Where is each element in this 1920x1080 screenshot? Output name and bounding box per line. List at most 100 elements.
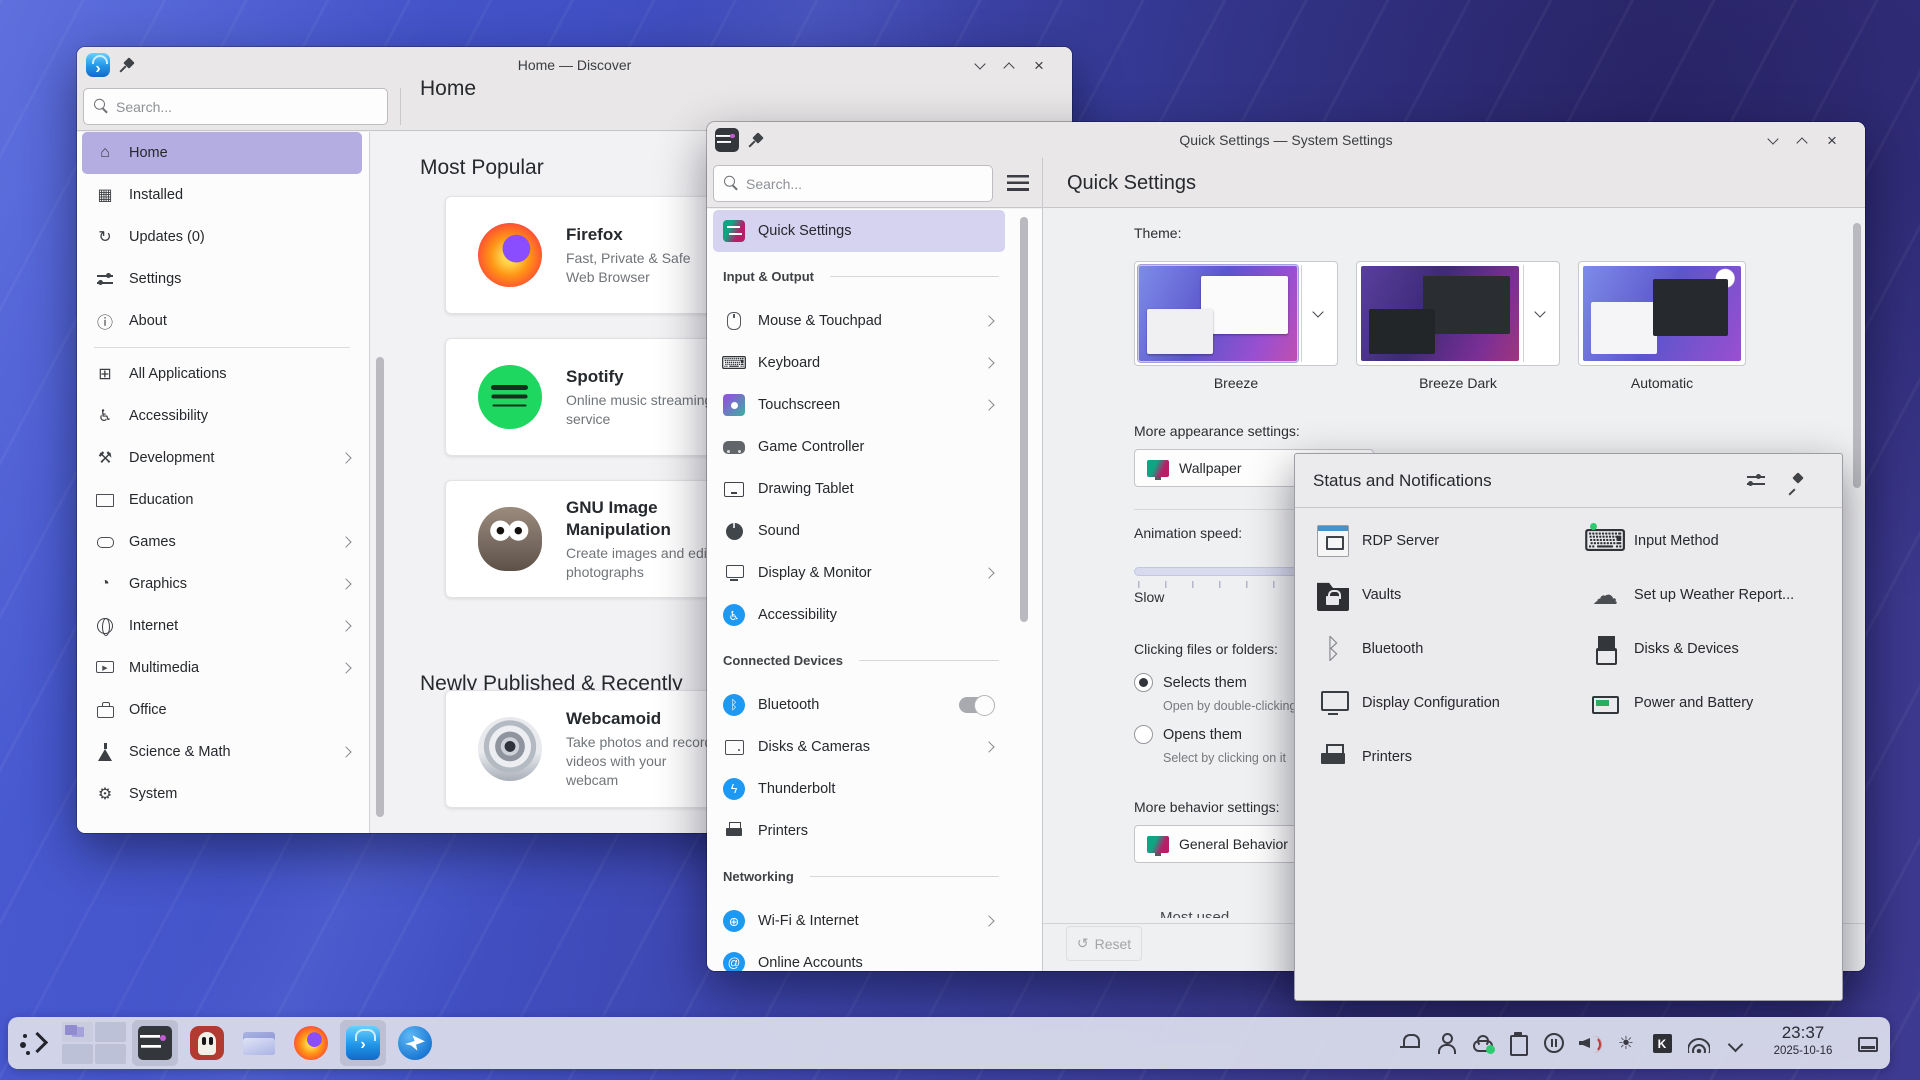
settings-nav-online-accounts[interactable]: @ Online Accounts xyxy=(713,942,1005,971)
settings-nav-bluetooth[interactable]: ᛒ Bluetooth xyxy=(713,684,1005,726)
tray-kate[interactable]: K xyxy=(1648,1017,1676,1069)
breeze-dark-preview-icon xyxy=(1361,266,1519,361)
tray-clipboard[interactable] xyxy=(1504,1017,1532,1069)
settings-nav-quick-settings[interactable]: Quick Settings xyxy=(713,210,1005,252)
settings-nav-keyboard[interactable]: ⌨ Keyboard xyxy=(713,342,1005,384)
tray-cloud-sync[interactable] xyxy=(1468,1017,1496,1069)
sidebar-item-office[interactable]: Office xyxy=(82,689,362,731)
chevron-right-icon xyxy=(983,567,994,578)
task-discover[interactable] xyxy=(340,1020,386,1066)
desktop-2[interactable] xyxy=(95,1022,126,1042)
theme-dropdown-chevron[interactable] xyxy=(1301,265,1334,362)
settings-nav-game-controller[interactable]: Game Controller xyxy=(713,426,1005,468)
popup-item-vaults[interactable]: Vaults xyxy=(1311,568,1575,622)
task-falkon[interactable] xyxy=(392,1020,438,1066)
sidebar-item-education[interactable]: Education xyxy=(82,479,362,521)
radio-opens-them[interactable] xyxy=(1134,725,1153,744)
settings-nav-display-monitor[interactable]: Display & Monitor xyxy=(713,552,1005,594)
sidebar-item-home[interactable]: ⌂ Home xyxy=(82,132,362,174)
settings-search-input[interactable] xyxy=(746,176,943,192)
sidebar-item-settings[interactable]: Settings xyxy=(82,258,362,300)
sidebar-item-accessibility[interactable]: ♿ Accessibility xyxy=(82,395,362,437)
minimize-button[interactable] xyxy=(1761,129,1785,153)
tray-volume[interactable] xyxy=(1576,1017,1604,1069)
sidebar-item-about[interactable]: ⓘ About xyxy=(82,300,362,342)
task-dolphin[interactable] xyxy=(236,1020,282,1066)
desktop-1[interactable] xyxy=(62,1022,93,1042)
popup-item-weather[interactable]: ☁ Set up Weather Report... xyxy=(1583,568,1847,622)
theme-automatic[interactable]: Automatic xyxy=(1578,261,1746,391)
settings-section-input-output[interactable]: Input & Output xyxy=(713,252,1005,300)
sidebar-item-development[interactable]: ⚒ Development xyxy=(82,437,362,479)
popup-item-power-battery[interactable]: Power and Battery xyxy=(1583,676,1847,730)
maximize-button[interactable] xyxy=(997,54,1021,78)
settings-nav-mouse-touchpad[interactable]: Mouse & Touchpad xyxy=(713,300,1005,342)
task-system-settings[interactable] xyxy=(132,1020,178,1066)
tray-user-switcher[interactable] xyxy=(1432,1017,1460,1069)
popup-item-disks-devices[interactable]: Disks & Devices xyxy=(1583,622,1847,676)
theme-breeze-dark[interactable]: Breeze Dark xyxy=(1356,261,1560,391)
sidebar-scrollbar-thumb[interactable] xyxy=(1020,217,1028,622)
science-flask-icon xyxy=(94,741,116,763)
settings-nav-sound[interactable]: Sound xyxy=(713,510,1005,552)
settings-nav-touchscreen[interactable]: Touchscreen xyxy=(713,384,1005,426)
radio-selects-them[interactable] xyxy=(1134,673,1153,692)
theme-dropdown-chevron[interactable] xyxy=(1523,265,1556,362)
settings-nav-printers[interactable]: Printers xyxy=(713,810,1005,852)
pin-icon[interactable] xyxy=(119,57,135,73)
digital-clock[interactable]: 23:37 2025-10-16 xyxy=(1758,1022,1848,1058)
desktop-4[interactable] xyxy=(95,1044,126,1064)
reset-button[interactable]: ↺ Reset xyxy=(1066,926,1142,961)
sidebar-item-installed[interactable]: ▦ Installed xyxy=(82,174,362,216)
theme-breeze[interactable]: Breeze xyxy=(1134,261,1338,391)
popup-item-rdp-server[interactable]: RDP Server xyxy=(1311,514,1575,568)
settings-app-icon[interactable] xyxy=(715,128,739,152)
configure-icon[interactable] xyxy=(1744,469,1768,493)
sidebar-item-science-math[interactable]: Science & Math xyxy=(82,731,362,773)
pin-icon[interactable] xyxy=(748,132,764,148)
settings-nav-disks-cameras[interactable]: Disks & Cameras xyxy=(713,726,1005,768)
sidebar-item-graphics[interactable]: ◔ Graphics xyxy=(82,563,362,605)
tray-notifications[interactable] xyxy=(1396,1017,1424,1069)
settings-nav-drawing-tablet[interactable]: Drawing Tablet xyxy=(713,468,1005,510)
sidebar-item-all-applications[interactable]: ⊞ All Applications xyxy=(82,353,362,395)
pin-icon[interactable] xyxy=(1788,472,1812,496)
maximize-button[interactable] xyxy=(1790,129,1814,153)
sidebar-item-system[interactable]: ⚙ System xyxy=(82,773,362,815)
settings-section-connected-devices[interactable]: Connected Devices xyxy=(713,636,1005,684)
settings-search[interactable] xyxy=(713,165,993,202)
tray-wifi[interactable] xyxy=(1685,1017,1713,1069)
discover-search-input[interactable] xyxy=(116,99,333,115)
task-firefox[interactable] xyxy=(288,1020,334,1066)
touchscreen-icon xyxy=(723,394,745,416)
show-desktop-button[interactable] xyxy=(1854,1017,1882,1069)
app-launcher-button[interactable] xyxy=(12,1020,58,1066)
tray-brightness[interactable]: ☀ xyxy=(1612,1017,1640,1069)
popup-item-display-configuration[interactable]: Display Configuration xyxy=(1311,676,1575,730)
close-button[interactable]: × xyxy=(1027,54,1051,78)
tray-media-player[interactable] xyxy=(1540,1017,1568,1069)
sidebar-item-games[interactable]: Games xyxy=(82,521,362,563)
popup-item-input-method[interactable]: ⌨ Input Method xyxy=(1583,514,1847,568)
discover-search[interactable] xyxy=(83,88,388,125)
virtual-desktop-pager[interactable] xyxy=(62,1022,126,1064)
hamburger-menu-icon[interactable] xyxy=(1007,175,1029,191)
settings-nav-thunderbolt[interactable]: ϟ Thunderbolt xyxy=(713,768,1005,810)
firefox-logo-icon xyxy=(478,223,542,287)
popup-item-printers[interactable]: Printers xyxy=(1311,730,1575,784)
sidebar-item-internet[interactable]: Internet xyxy=(82,605,362,647)
popup-item-bluetooth[interactable]: ᛒ Bluetooth xyxy=(1311,622,1575,676)
close-button[interactable]: × xyxy=(1820,129,1844,153)
task-ghostwriter[interactable] xyxy=(184,1020,230,1066)
settings-section-networking[interactable]: Networking xyxy=(713,852,1005,900)
minimize-button[interactable] xyxy=(968,54,992,78)
settings-nav-accessibility[interactable]: ♿ Accessibility xyxy=(713,594,1005,636)
bluetooth-toggle[interactable] xyxy=(959,697,995,713)
tray-expand[interactable] xyxy=(1721,1017,1749,1069)
desktop-3[interactable] xyxy=(62,1044,93,1064)
sidebar-item-multimedia[interactable]: ▶ Multimedia xyxy=(82,647,362,689)
main-scrollbar-thumb[interactable] xyxy=(1853,223,1861,488)
discover-app-icon[interactable] xyxy=(86,53,110,77)
settings-nav-wifi-internet[interactable]: ⊕ Wi-Fi & Internet xyxy=(713,900,1005,942)
sidebar-item-updates[interactable]: ↻ Updates (0) xyxy=(82,216,362,258)
